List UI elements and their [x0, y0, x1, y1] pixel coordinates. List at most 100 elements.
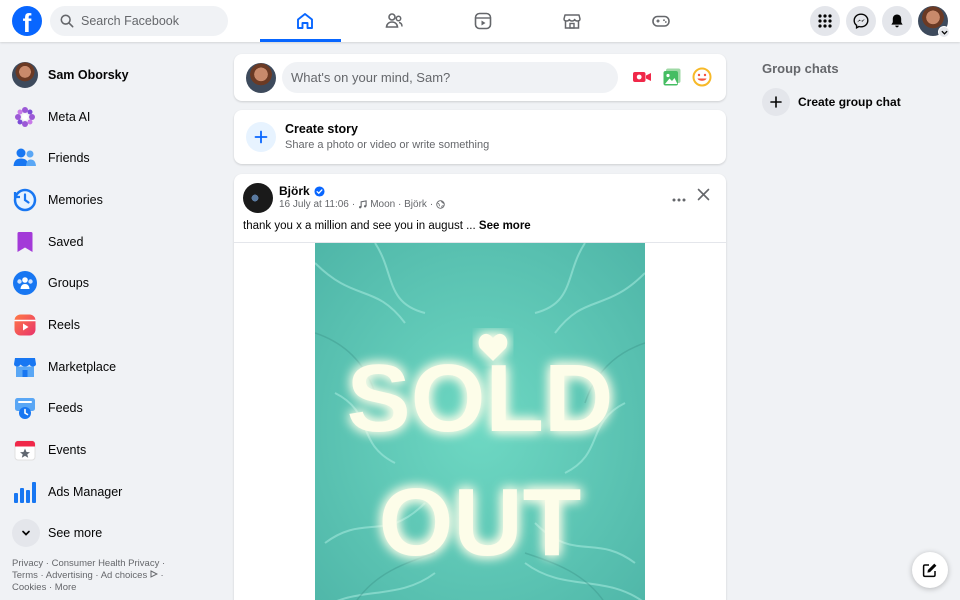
post-author-avatar[interactable] — [243, 183, 273, 213]
see-more-label: See more — [48, 526, 103, 541]
notifications-button[interactable] — [882, 6, 912, 36]
hide-post-button[interactable] — [697, 188, 710, 206]
more-link[interactable]: More — [55, 582, 77, 593]
facebook-logo[interactable]: f — [12, 6, 42, 36]
footer-links: Privacy · Consumer Health Privacy · Term… — [12, 558, 212, 594]
more-options-icon — [672, 198, 686, 202]
sidebar-item-ads-manager[interactable]: Ads Manager — [0, 471, 230, 513]
messenger-button[interactable] — [846, 6, 876, 36]
chevron-down-icon — [940, 30, 948, 35]
feeling-activity-icon[interactable] — [692, 67, 712, 87]
tab-marketplace[interactable] — [527, 0, 616, 42]
sidebar-item-events[interactable]: Events — [0, 429, 230, 471]
feeds-icon — [12, 395, 38, 421]
top-right-actions — [810, 6, 950, 38]
new-message-button[interactable] — [912, 552, 948, 588]
plus-icon — [770, 96, 782, 108]
feed-post: Björk 16 July at 11:06 · Moon · Björk · … — [234, 174, 726, 600]
marketplace-icon — [562, 14, 581, 29]
post-image[interactable]: SOLD OUT — [315, 243, 645, 600]
create-group-chat-button[interactable]: Create group chat — [762, 88, 901, 116]
sidebar-item-memories[interactable]: Memories — [0, 179, 230, 221]
create-story-plus — [246, 122, 276, 152]
main-nav-tabs — [260, 0, 705, 42]
privacy-link[interactable]: Privacy — [12, 558, 43, 569]
post-meta: 16 July at 11:06 · Moon · Björk · — [279, 199, 445, 210]
tab-home[interactable] — [260, 0, 349, 42]
plus-icon — [254, 130, 268, 144]
compose-icon — [922, 563, 937, 578]
advertising-link[interactable]: Advertising — [46, 570, 93, 581]
search-input[interactable] — [81, 14, 221, 28]
close-icon — [697, 188, 710, 201]
bell-icon — [891, 14, 903, 28]
create-group-chat-label: Create group chat — [798, 95, 901, 109]
friends-icon — [385, 13, 403, 28]
terms-link[interactable]: Terms — [12, 570, 38, 581]
top-navigation-bar: f — [0, 0, 960, 42]
create-story-subtitle: Share a photo or video or write somethin… — [285, 139, 490, 151]
sidebar-item-friends[interactable]: Friends — [0, 137, 230, 179]
events-icon — [12, 437, 38, 463]
see-more-link[interactable]: See more — [479, 220, 531, 232]
ad-choices-link[interactable]: Ad choices — [101, 570, 147, 581]
video-icon — [474, 12, 491, 30]
sidebar-item-profile[interactable]: Sam Oborsky — [0, 54, 230, 96]
footer-separator: · — [159, 558, 166, 569]
create-story-card[interactable]: Create story Share a photo or video or w… — [234, 110, 726, 164]
sidebar-item-label: Sam Oborsky — [48, 67, 129, 82]
avatar — [12, 61, 38, 88]
groups-icon — [12, 270, 38, 296]
menu-button[interactable] — [810, 6, 840, 36]
sidebar-see-more[interactable]: See more — [0, 513, 230, 555]
ad-choices-icon — [150, 570, 158, 578]
account-chevron — [938, 26, 950, 38]
sidebar-item-saved[interactable]: Saved — [0, 221, 230, 263]
sidebar-item-groups[interactable]: Groups — [0, 262, 230, 304]
meta-ai-icon — [12, 104, 38, 130]
post-composer: What's on your mind, Sam? — [234, 54, 726, 101]
memories-icon — [12, 187, 38, 213]
tab-gaming[interactable] — [616, 0, 705, 42]
image-text-sold: SOLD — [347, 345, 614, 452]
ads-manager-icon — [12, 479, 38, 505]
sidebar-item-marketplace[interactable]: Marketplace — [0, 346, 230, 388]
sidebar-item-meta-ai[interactable]: Meta AI — [0, 96, 230, 138]
create-story-title: Create story — [285, 122, 358, 136]
sidebar-item-label: Friends — [48, 151, 90, 166]
sidebar-item-label: Ads Manager — [48, 484, 123, 499]
saved-icon — [12, 229, 38, 255]
home-icon — [296, 13, 313, 29]
search-box[interactable] — [50, 6, 228, 36]
sidebar-item-label: Marketplace — [48, 359, 117, 374]
photo-video-icon[interactable] — [662, 67, 682, 87]
verified-badge-icon — [314, 185, 325, 197]
whats-on-your-mind-input[interactable]: What's on your mind, Sam? — [282, 62, 618, 93]
post-music[interactable]: Moon · Björk — [370, 199, 427, 210]
sidebar-item-label: Saved — [48, 234, 84, 249]
live-video-icon[interactable] — [632, 67, 652, 87]
post-caption: thank you x a million and see you in aug… — [243, 220, 531, 232]
footer-separator: · — [157, 570, 164, 581]
account-avatar[interactable] — [918, 6, 950, 38]
tab-friends[interactable] — [349, 0, 438, 42]
friends-icon — [12, 145, 38, 171]
consumer-health-privacy-link[interactable]: Consumer Health Privacy — [52, 558, 160, 569]
image-text-out: OUT — [379, 469, 582, 576]
footer-separator: · — [43, 558, 52, 569]
group-chats-heading: Group chats — [762, 61, 839, 76]
reels-icon — [12, 312, 38, 338]
sidebar-item-label: Groups — [48, 276, 89, 291]
tab-video[interactable] — [438, 0, 527, 42]
post-author-name[interactable]: Björk — [279, 184, 310, 198]
cookies-link[interactable]: Cookies — [12, 582, 46, 593]
search-icon — [60, 14, 74, 28]
sidebar-item-reels[interactable]: Reels — [0, 304, 230, 346]
meta-separator: · — [351, 199, 356, 210]
sidebar-item-feeds[interactable]: Feeds — [0, 388, 230, 430]
footer-separator: · — [46, 582, 55, 593]
post-caption-text: thank you x a million and see you in aug… — [243, 220, 476, 232]
post-date[interactable]: 16 July at 11:06 — [279, 199, 349, 210]
sidebar-item-label: Feeds — [48, 401, 83, 416]
post-options-button[interactable] — [672, 189, 686, 207]
